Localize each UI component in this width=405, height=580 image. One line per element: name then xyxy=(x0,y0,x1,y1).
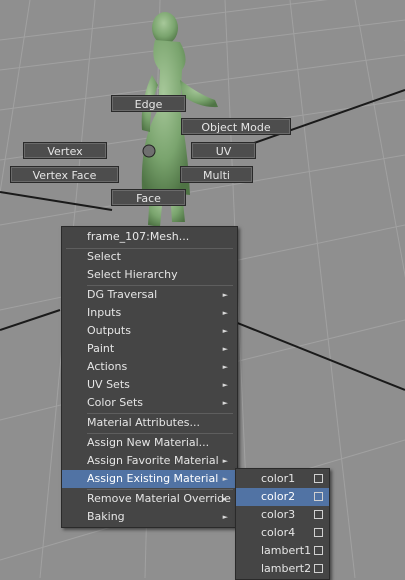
menu-item-assign-existing-material[interactable]: Assign Existing Material ► xyxy=(62,470,237,488)
menu-item-label: color4 xyxy=(261,526,296,539)
submenu-arrow-icon: ► xyxy=(222,291,228,299)
menu-item-label: Inputs xyxy=(87,306,122,319)
marking-menu-face[interactable]: Face xyxy=(111,189,186,206)
menu-item-label: Assign Favorite Material xyxy=(87,454,219,467)
menu-item-label: color1 xyxy=(261,472,296,485)
marking-menu-vertex[interactable]: Vertex xyxy=(23,142,107,159)
option-box-icon[interactable] xyxy=(314,564,323,573)
menu-item-label: Paint xyxy=(87,342,115,355)
menu-item-uv-sets[interactable]: UV Sets ► xyxy=(62,376,237,394)
submenu-arrow-icon: ► xyxy=(222,345,228,353)
menu-item-label: DG Traversal xyxy=(87,288,158,301)
menu-item-material-attributes[interactable]: Material Attributes... xyxy=(62,414,237,432)
marking-menu-vertex-face[interactable]: Vertex Face xyxy=(10,166,119,183)
menu-item-label: UV Sets xyxy=(87,378,130,391)
marking-menu-uv[interactable]: UV xyxy=(191,142,256,159)
menu-item-assign-favorite-material[interactable]: Assign Favorite Material ► xyxy=(62,452,237,470)
material-item-color4[interactable]: color4 xyxy=(236,524,329,542)
marking-menu-multi[interactable]: Multi xyxy=(180,166,253,183)
menu-item-label: Actions xyxy=(87,360,128,373)
menu-item-dg-traversal[interactable]: DG Traversal ► xyxy=(62,286,237,304)
menu-item-inputs[interactable]: Inputs ► xyxy=(62,304,237,322)
submenu-arrow-icon: ► xyxy=(222,309,228,317)
submenu-arrow-icon: ► xyxy=(222,381,228,389)
menu-item-label: Outputs xyxy=(87,324,131,337)
material-item-color3[interactable]: color3 xyxy=(236,506,329,524)
menu-item-select[interactable]: Select xyxy=(62,248,237,266)
menu-item-color-sets[interactable]: Color Sets ► xyxy=(62,394,237,412)
object-context-menu: frame_107:Mesh... Select Select Hierarch… xyxy=(61,226,238,528)
option-box-icon[interactable] xyxy=(314,474,323,483)
submenu-arrow-icon: ► xyxy=(222,457,228,465)
material-item-color1[interactable]: color1 xyxy=(236,470,329,488)
menu-item-label: lambert1 xyxy=(261,544,312,557)
menu-item-label: lambert2 xyxy=(261,562,312,575)
menu-item-label: Assign Existing Material xyxy=(87,472,219,485)
menu-item-actions[interactable]: Actions ► xyxy=(62,358,237,376)
material-item-color2[interactable]: color2 xyxy=(236,488,329,506)
menu-item-label: Remove Material Override xyxy=(87,492,231,505)
option-box-icon[interactable] xyxy=(314,546,323,555)
material-item-lambert2[interactable]: lambert2 xyxy=(236,560,329,578)
marking-menu-edge[interactable]: Edge xyxy=(111,95,186,112)
submenu-arrow-icon: ► xyxy=(222,513,228,521)
context-menu-title[interactable]: frame_107:Mesh... xyxy=(62,227,237,247)
menu-item-paint[interactable]: Paint ► xyxy=(62,340,237,358)
submenu-arrow-icon: ► xyxy=(222,475,228,483)
submenu-arrow-icon: ► xyxy=(222,363,228,371)
marking-menu-object-mode[interactable]: Object Mode xyxy=(181,118,291,135)
menu-item-label: Color Sets xyxy=(87,396,144,409)
submenu-arrow-icon: ► xyxy=(222,495,228,503)
submenu-arrow-icon: ► xyxy=(222,399,228,407)
menu-item-label: color3 xyxy=(261,508,296,521)
existing-material-submenu: color1 color2 color3 color4 lambert1 lam… xyxy=(235,468,330,580)
menu-item-label: color2 xyxy=(261,490,296,503)
menu-item-select-hierarchy[interactable]: Select Hierarchy xyxy=(62,266,237,284)
material-item-lambert1[interactable]: lambert1 xyxy=(236,542,329,560)
menu-item-outputs[interactable]: Outputs ► xyxy=(62,322,237,340)
menu-item-assign-new-material[interactable]: Assign New Material... xyxy=(62,434,237,452)
option-box-icon[interactable] xyxy=(314,492,323,501)
submenu-arrow-icon: ► xyxy=(222,327,228,335)
menu-item-remove-material-override[interactable]: Remove Material Override ► xyxy=(62,490,237,508)
menu-item-label: Baking xyxy=(87,510,125,523)
option-box-icon[interactable] xyxy=(314,528,323,537)
menu-item-baking[interactable]: Baking ► xyxy=(62,508,237,526)
option-box-icon[interactable] xyxy=(314,510,323,519)
